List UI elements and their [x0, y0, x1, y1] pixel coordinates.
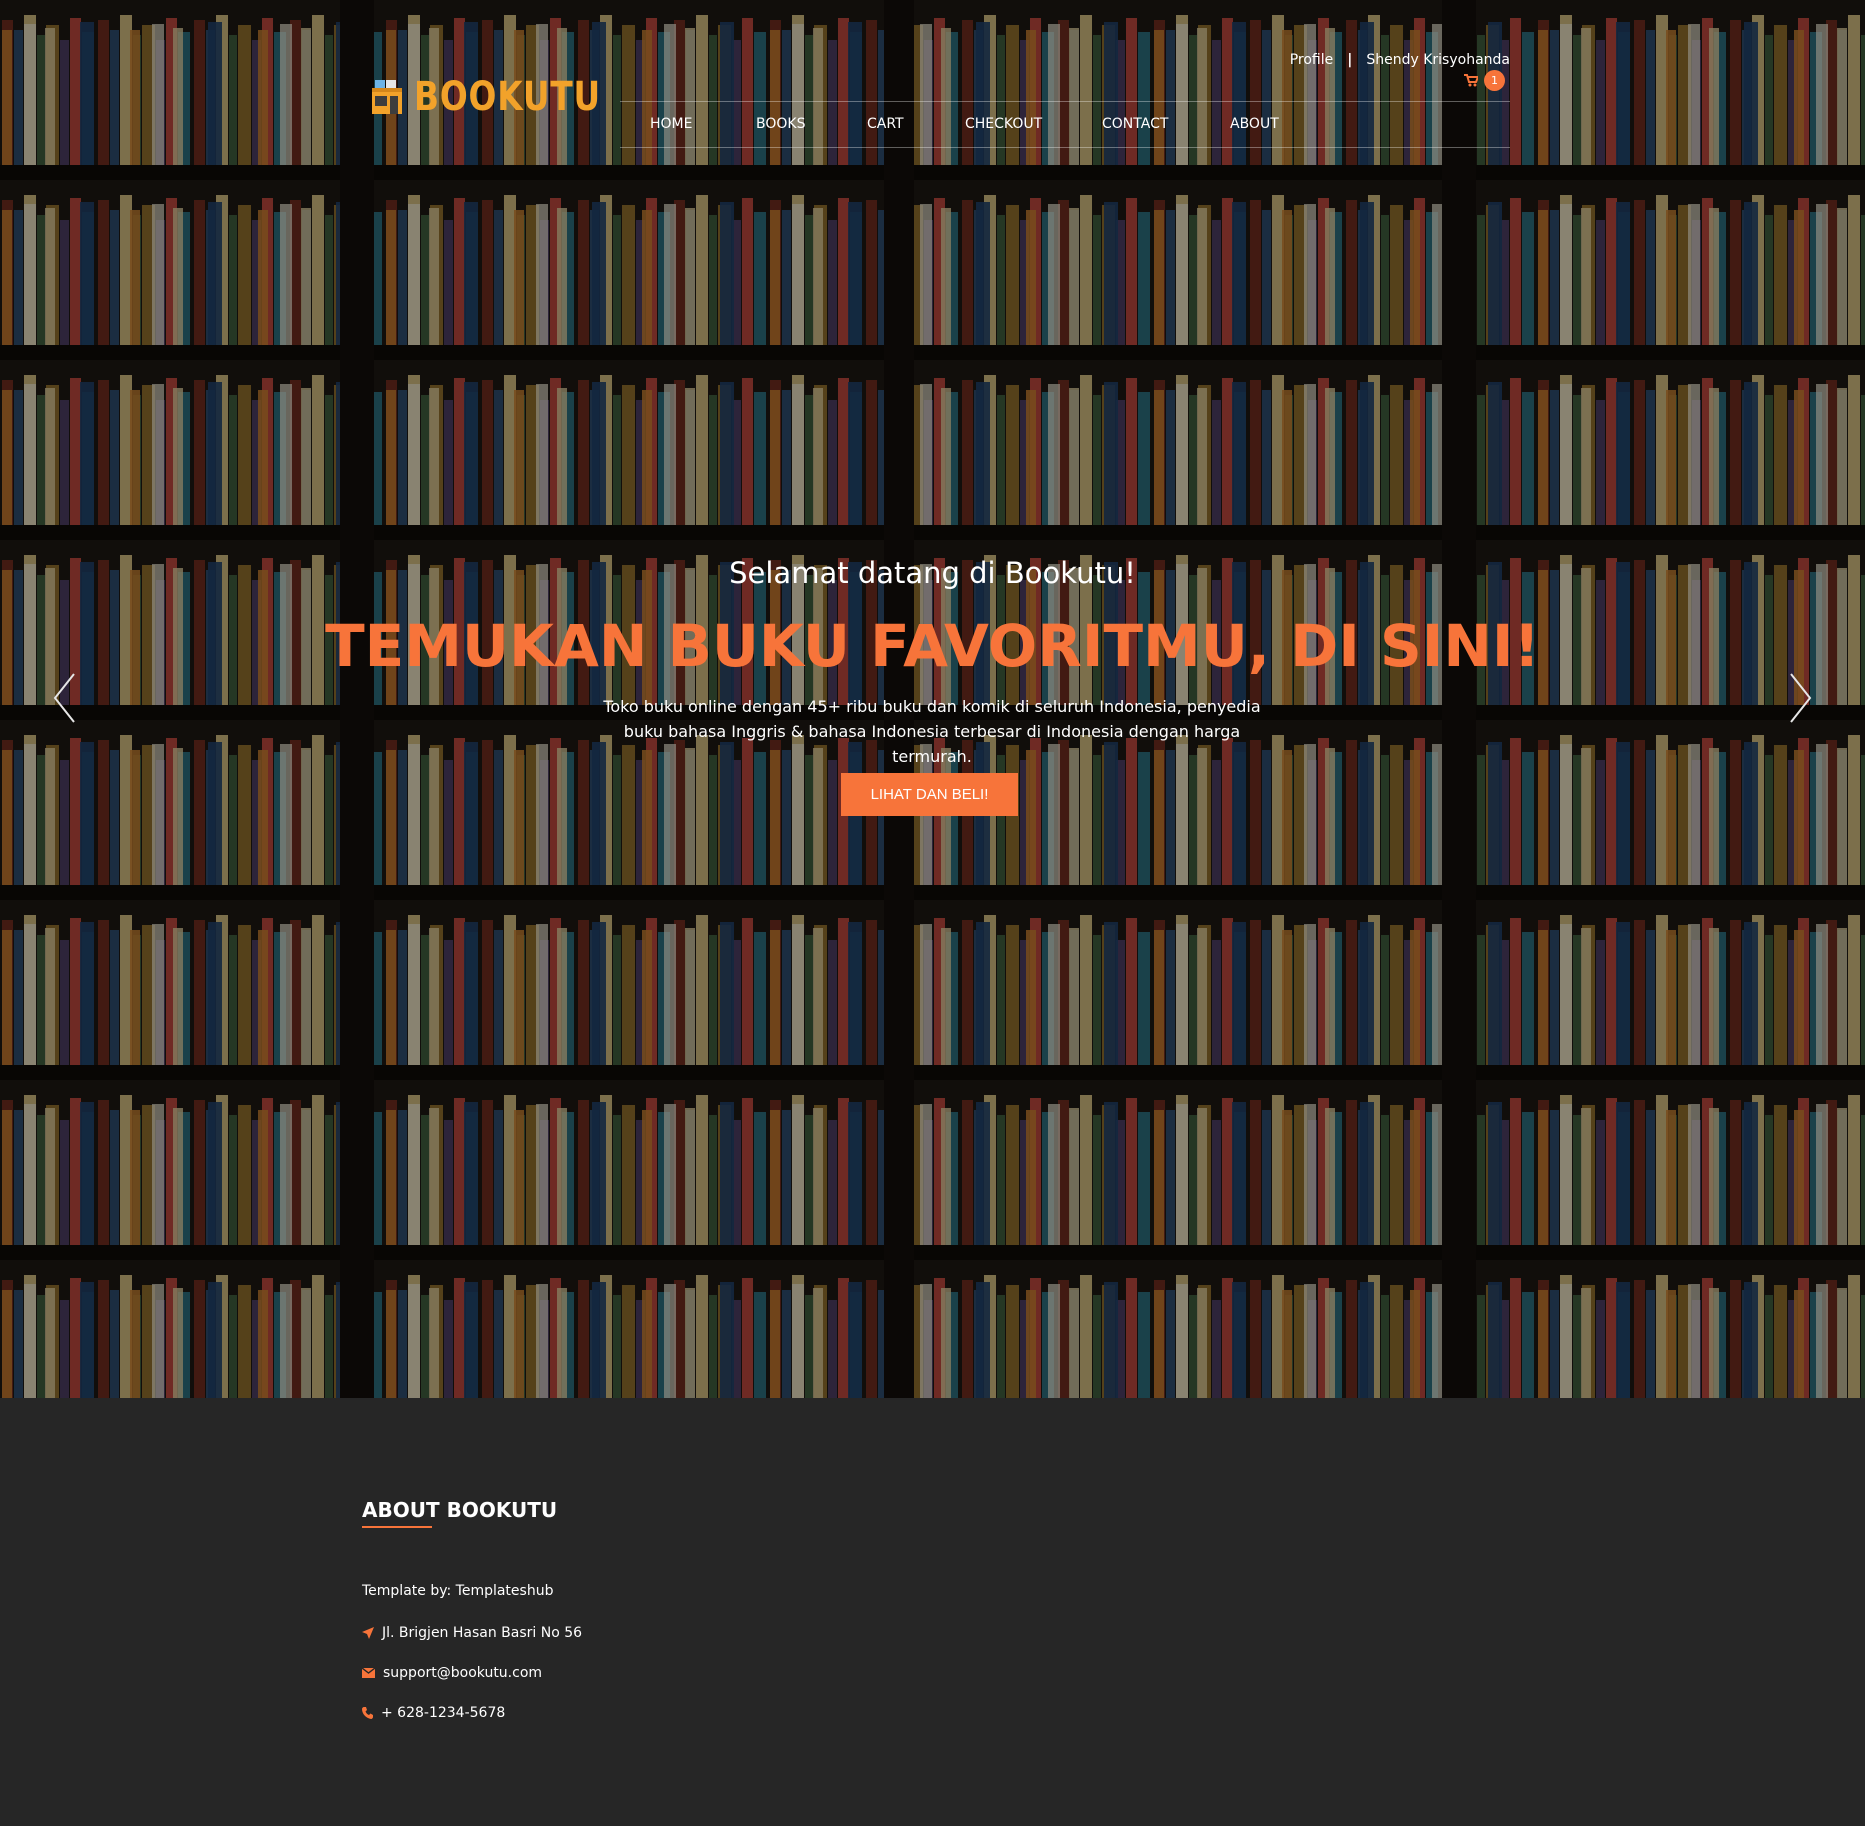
hero-section: BOOKUTU Profile | Shendy Krisyohanda 1 H…	[0, 0, 1865, 1398]
email-text[interactable]: support@bookutu.com	[383, 1665, 542, 1681]
envelope-icon	[362, 1668, 375, 1678]
main-nav: HOME BOOKS CART CHECKOUT CONTACT ABOUT	[620, 104, 1510, 146]
profile-link[interactable]: Profile	[1290, 52, 1334, 68]
nav-top-divider	[620, 101, 1510, 102]
nav-home[interactable]: HOME	[650, 116, 692, 132]
location-arrow-icon	[362, 1627, 374, 1639]
nav-bottom-divider	[620, 147, 1510, 148]
phone-text: + 628-1234-5678	[381, 1705, 506, 1721]
topbar-separator: |	[1347, 52, 1353, 68]
footer-address: Jl. Brigjen Hasan Basri No 56	[362, 1625, 582, 1641]
hero-headline: TEMUKAN BUKU FAVORITMU, DI SINI!	[325, 612, 1540, 680]
nav-cart[interactable]: CART	[867, 116, 904, 132]
hero-welcome: Selamat datang di Bookutu!	[729, 556, 1136, 590]
footer-email[interactable]: support@bookutu.com	[362, 1665, 542, 1681]
nav-checkout[interactable]: CHECKOUT	[965, 116, 1042, 132]
nav-contact[interactable]: CONTACT	[1102, 116, 1168, 132]
phone-icon	[362, 1707, 373, 1719]
user-name-link[interactable]: Shendy Krisyohanda	[1366, 52, 1510, 68]
top-user-bar: Profile | Shendy Krisyohanda	[1290, 52, 1510, 68]
footer: ABOUT BOOKUTU Template by: Templateshub …	[0, 1398, 1865, 1826]
template-credit: Template by: Templateshub	[362, 1583, 554, 1599]
address-text: Jl. Brigjen Hasan Basri No 56	[382, 1625, 583, 1641]
footer-title-underline	[362, 1526, 432, 1528]
hero-description: Toko buku online dengan 45+ ribu buku da…	[582, 694, 1282, 769]
bookstore-icon	[372, 80, 402, 114]
chevron-right-icon[interactable]	[1789, 672, 1813, 724]
shop-now-button[interactable]: LIHAT DAN BELI!	[841, 773, 1018, 816]
hero-description-line-1: Toko buku online dengan 45+ ribu buku da…	[603, 697, 1261, 716]
footer-phone: + 628-1234-5678	[362, 1705, 505, 1721]
nav-books[interactable]: BOOKS	[756, 116, 805, 132]
chevron-left-icon[interactable]	[52, 672, 76, 724]
cart-indicator[interactable]: 1	[1464, 70, 1505, 91]
brand-logo[interactable]: BOOKUTU	[370, 74, 642, 120]
brand-name: BOOKUTU	[414, 74, 601, 120]
footer-title: ABOUT BOOKUTU	[362, 1498, 558, 1522]
cart-icon	[1464, 74, 1478, 87]
nav-about[interactable]: ABOUT	[1230, 116, 1279, 132]
hero-description-line-2: buku bahasa Inggris & bahasa Indonesia t…	[623, 722, 1241, 766]
cart-count-badge: 1	[1484, 70, 1505, 91]
